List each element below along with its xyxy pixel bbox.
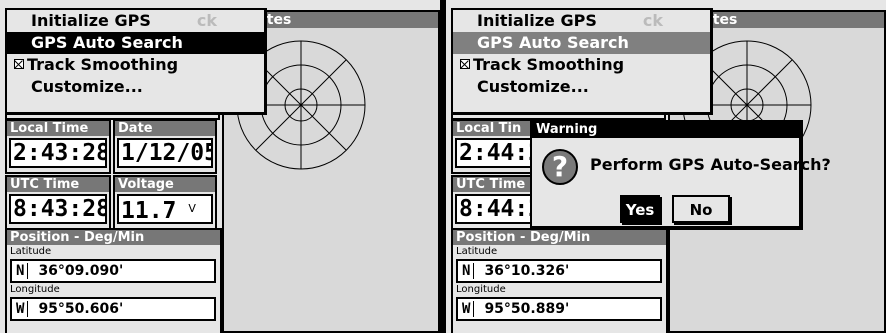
gps-options-menu: Initialize GPS ck GPS Auto Search Track S… (451, 8, 713, 115)
utc-time-box: UTC Time 8:43:28PM (5, 175, 111, 230)
date-box: Date 1/12/05 (113, 119, 217, 174)
checkbox-checked-icon[interactable] (460, 59, 470, 69)
local-time-label: Local Time (7, 121, 109, 136)
latitude-label: Latitude (10, 246, 52, 257)
voltage-label: Voltage (115, 177, 215, 192)
position-title: Position - Deg/Min (453, 230, 666, 245)
checkbox-checked-icon[interactable] (14, 59, 24, 69)
utc-time-value: 8:43:28PM (9, 194, 107, 224)
menu-item-track-smoothing[interactable]: Track Smoothing (7, 54, 264, 76)
no-button[interactable]: No (672, 195, 730, 223)
latitude-value: N 36°10.326' (456, 259, 662, 283)
menu-item-gps-auto-search[interactable]: GPS Auto Search (453, 32, 710, 54)
gps-screen-left: ites 00 mph Local Time 2:43:28PM Date 1/… (0, 0, 443, 333)
dialog-message: Perform GPS Auto-Search? (590, 155, 831, 174)
local-time-box: Local Time 2:43:28PM (5, 119, 111, 174)
longitude-label: Longitude (456, 284, 506, 295)
utc-time-label: UTC Time (7, 177, 109, 192)
dialog-title: Warning (532, 122, 799, 138)
yes-button[interactable]: Yes (620, 195, 660, 223)
position-box: Position - Deg/Min Latitude N 36°09.090' … (5, 228, 222, 333)
position-title: Position - Deg/Min (7, 230, 220, 245)
local-time-value: 2:43:28PM (9, 138, 107, 168)
menu-item-customize[interactable]: Customize... (7, 76, 264, 98)
position-box: Position - Deg/Min Latitude N 36°10.326' … (451, 228, 668, 333)
date-value: 1/12/05 (117, 138, 213, 168)
longitude-value: W 95°50.889' (456, 297, 662, 321)
longitude-label: Longitude (10, 284, 60, 295)
gps-options-menu: Initialize GPS ck GPS Auto Search Track S… (5, 8, 267, 115)
latitude-label: Latitude (456, 246, 498, 257)
warning-dialog: Warning ? Perform GPS Auto-Search? Yes N… (530, 120, 831, 230)
longitude-value: W 95°50.606' (10, 297, 216, 321)
menu-item-customize[interactable]: Customize... (453, 76, 710, 98)
menu-item-gps-auto-search[interactable]: GPS Auto Search (7, 32, 264, 54)
latitude-value: N 36°09.090' (10, 259, 216, 283)
question-icon: ? (542, 149, 578, 185)
menu-item-initialize-gps[interactable]: Initialize GPS ck (7, 10, 264, 32)
voltage-box: Voltage 11.7 V (113, 175, 217, 230)
date-label: Date (115, 121, 215, 136)
gps-screen-right: ites 00 mph Local Tin 2:44:2 UTC Time 8:… (443, 0, 886, 333)
menu-item-initialize-gps[interactable]: Initialize GPS ck (453, 10, 710, 32)
voltage-value: 11.7 V (117, 194, 213, 224)
menu-item-track-smoothing[interactable]: Track Smoothing (453, 54, 710, 76)
